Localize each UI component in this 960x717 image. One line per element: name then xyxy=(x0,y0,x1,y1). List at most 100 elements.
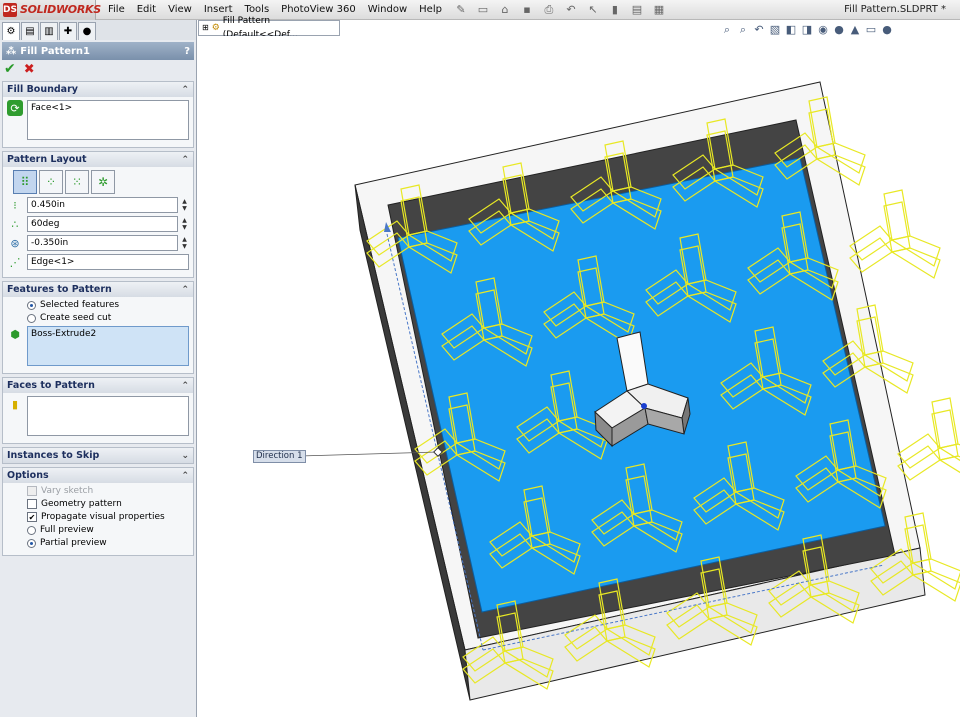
property-manager-header: ⁂ Fill Pattern1 ? xyxy=(2,42,194,60)
pattern-direction-icon: ⋰ xyxy=(9,255,21,269)
new-document-icon[interactable]: ▭ xyxy=(475,3,491,17)
undo-icon[interactable]: ↶ xyxy=(563,3,579,17)
menu-file[interactable]: File xyxy=(102,0,131,20)
create-seed-cut-radio[interactable] xyxy=(27,313,36,323)
features-to-pattern-group: Features to Pattern ⌃ Selected features … xyxy=(2,281,194,374)
instances-to-skip-header[interactable]: Instances to Skip ⌄ xyxy=(3,448,193,463)
instances-to-skip-group: Instances to Skip ⌄ xyxy=(2,447,194,464)
cancel-button[interactable]: ✖ xyxy=(24,62,35,77)
feature-manager-tab[interactable]: ⚙ xyxy=(2,22,20,40)
vary-sketch-label: Vary sketch xyxy=(41,486,94,496)
partial-preview-label: Partial preview xyxy=(40,538,107,548)
title-bar: DS SOLIDWORKS File Edit View Insert Tool… xyxy=(0,0,960,20)
property-manager-tab[interactable]: ▤ xyxy=(21,22,39,40)
save-icon[interactable]: ▪ xyxy=(519,3,535,17)
menu-view[interactable]: View xyxy=(162,0,198,20)
display-manager-tab[interactable]: ● xyxy=(78,22,96,40)
margin-spinner[interactable]: ▲ ▼ xyxy=(180,236,189,250)
create-seed-cut-label: Create seed cut xyxy=(40,313,112,323)
faces-to-pattern-header[interactable]: Faces to Pattern ⌃ xyxy=(3,378,193,393)
selected-features-label: Selected features xyxy=(40,300,120,310)
options-group: Options ⌃ Vary sketch Geometry pattern ✔… xyxy=(2,467,194,556)
stagger-angle-icon: ∴ xyxy=(11,217,19,231)
features-list[interactable]: Boss-Extrude2 xyxy=(27,326,189,366)
brand-name: SOLIDWORKS xyxy=(19,3,101,16)
ok-cancel-bar: ✔ ✖ xyxy=(0,60,196,78)
full-preview-radio[interactable] xyxy=(27,525,36,535)
boundary-select-icon: ⟳ xyxy=(7,100,23,116)
ds-logo-icon: DS xyxy=(3,2,17,17)
collapse-icon[interactable]: ⌃ xyxy=(181,285,189,295)
graphics-viewport[interactable] xyxy=(198,36,960,717)
fill-boundary-group: Fill Boundary ⌃ ⟳ Face<1> xyxy=(2,81,194,148)
collapse-icon[interactable]: ⌃ xyxy=(181,155,189,165)
direction-1-callout[interactable]: Direction 1 xyxy=(253,450,306,463)
group-title: Pattern Layout xyxy=(7,154,87,165)
instance-spacing-field[interactable]: 0.450in xyxy=(27,197,178,213)
full-preview-label: Full preview xyxy=(40,525,94,535)
expand-tree-icon[interactable]: ⊞ xyxy=(202,21,209,35)
file-properties-icon[interactable]: ▤ xyxy=(629,3,645,17)
faces-to-pattern-group: Faces to Pattern ⌃ ▮ xyxy=(2,377,194,444)
ok-button[interactable]: ✔ xyxy=(4,61,16,77)
geometry-pattern-label: Geometry pattern xyxy=(41,499,122,509)
manager-tabs: ⚙ ▤ ▥ ✚ ● xyxy=(0,20,196,40)
faces-list[interactable] xyxy=(27,396,189,436)
features-to-pattern-header[interactable]: Features to Pattern ⌃ xyxy=(3,282,193,297)
perforation-layout-button[interactable]: ⠿ xyxy=(13,170,37,194)
solidworks-logo[interactable]: DS SOLIDWORKS xyxy=(0,0,101,20)
expand-icon[interactable]: ⌄ xyxy=(181,451,189,461)
group-title: Fill Boundary xyxy=(7,84,78,95)
select-icon[interactable]: ↖ xyxy=(585,3,601,17)
fill-pattern-icon: ⁂ xyxy=(6,45,17,57)
feature-selection: Boss-Extrude2 xyxy=(31,329,97,339)
square-layout-button[interactable]: ⁙ xyxy=(65,170,89,194)
partial-preview-radio[interactable] xyxy=(27,538,36,548)
collapse-icon[interactable]: ⌃ xyxy=(181,471,189,481)
flyout-feature-tree[interactable]: ⊞ ⚙ Fill Pattern (Default<<Def... xyxy=(198,16,340,40)
print-icon[interactable]: ⎙ xyxy=(541,3,557,17)
feature-title: Fill Pattern1 xyxy=(20,45,90,57)
faces-select-icon: ▮ xyxy=(11,397,19,411)
open-icon[interactable]: ⌂ xyxy=(497,3,513,17)
dimxpert-tab[interactable]: ✚ xyxy=(59,22,77,40)
options-header[interactable]: Options ⌃ xyxy=(3,468,193,483)
boundary-selection: Face<1> xyxy=(31,103,73,113)
selected-features-radio[interactable] xyxy=(27,300,36,310)
margin-icon: ⊛ xyxy=(10,236,20,250)
polygon-layout-button[interactable]: ✲ xyxy=(91,170,115,194)
menu-window[interactable]: Window xyxy=(362,0,413,20)
features-select-icon: ⬢ xyxy=(10,327,20,341)
help-icon[interactable]: ? xyxy=(184,46,190,57)
propagate-visual-label: Propagate visual properties xyxy=(41,512,165,522)
options-icon[interactable]: ▦ xyxy=(651,3,667,17)
stagger-angle-field[interactable]: 60deg xyxy=(27,216,178,232)
fill-boundary-header[interactable]: Fill Boundary ⌃ xyxy=(3,82,193,97)
pattern-direction-field[interactable]: Edge<1> xyxy=(27,254,189,270)
collapse-icon[interactable]: ⌃ xyxy=(181,381,189,391)
margin-field[interactable]: -0.350in xyxy=(27,235,178,251)
group-title: Instances to Skip xyxy=(7,450,100,461)
menu-edit[interactable]: Edit xyxy=(131,0,162,20)
rebuild-icon[interactable]: ▮ xyxy=(607,3,623,17)
fill-boundary-list[interactable]: Face<1> xyxy=(27,100,189,140)
pattern-layout-group: Pattern Layout ⌃ ⠿ ⁘ ⁙ ✲ ⁝ 0.450in ▲ ▼ ∴ … xyxy=(2,151,194,278)
circular-layout-button[interactable]: ⁘ xyxy=(39,170,63,194)
propagate-visual-checkbox[interactable]: ✔ xyxy=(27,512,37,522)
spacing-spinner[interactable]: ▲ ▼ xyxy=(180,198,189,212)
vary-sketch-checkbox[interactable] xyxy=(27,486,37,496)
property-manager: ⚙ ▤ ▥ ✚ ● ⁂ Fill Pattern1 ? ✔ ✖ Fill Bou… xyxy=(0,20,197,717)
menu-help[interactable]: Help xyxy=(413,0,448,20)
part-icon: ⚙ xyxy=(211,23,220,33)
seed-origin-marker xyxy=(641,403,647,409)
group-title: Faces to Pattern xyxy=(7,380,95,391)
group-title: Features to Pattern xyxy=(7,284,112,295)
pattern-layout-header[interactable]: Pattern Layout ⌃ xyxy=(3,152,193,167)
pin-icon[interactable]: ✎ xyxy=(453,3,469,17)
group-title: Options xyxy=(7,470,49,481)
angle-spinner[interactable]: ▲ ▼ xyxy=(180,217,189,231)
document-title: Fill Pattern.SLDPRT * xyxy=(844,4,946,15)
configuration-manager-tab[interactable]: ▥ xyxy=(40,22,58,40)
geometry-pattern-checkbox[interactable] xyxy=(27,499,37,509)
collapse-icon[interactable]: ⌃ xyxy=(181,85,189,95)
